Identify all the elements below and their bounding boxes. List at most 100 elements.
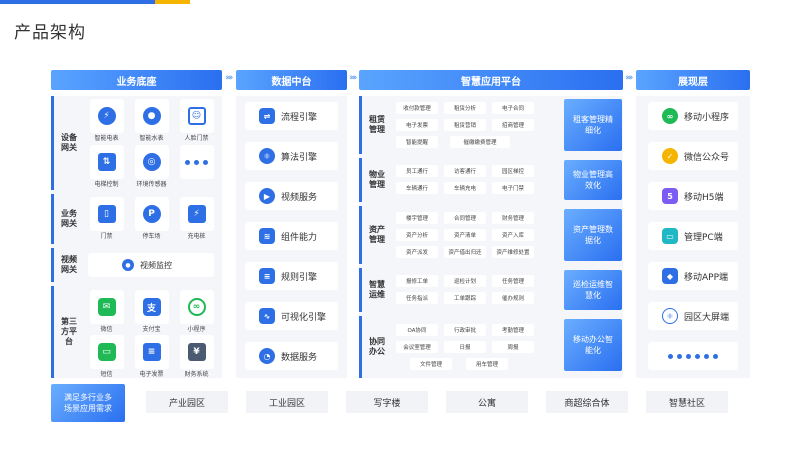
chip[interactable]: 财务管理 [492, 212, 534, 224]
lightning-icon: ⚡ [97, 107, 116, 125]
row-marker [51, 248, 54, 282]
chip[interactable]: 考勤管理 [492, 324, 534, 336]
third-party-item[interactable]: 支 支付宝 [129, 290, 174, 333]
chip[interactable]: 任务管理 [492, 275, 534, 287]
middle-item-visualization-engine[interactable]: ∿ 可视化引擎 [245, 302, 338, 330]
app-label-ops: 智慧 运维 [369, 280, 385, 299]
video-monitor-item[interactable]: ● 视频监控 [88, 253, 214, 277]
display-item-miniprogram[interactable]: ∞ 移动小程序 [648, 102, 738, 130]
chip[interactable]: 报修工单 [396, 275, 438, 287]
header-presentation-layer: 展现层 [636, 70, 750, 90]
scene-item[interactable]: 写字楼 [346, 391, 428, 413]
row-label-device-gateway: 设备 网关 [61, 133, 77, 152]
third-party-item[interactable]: ≡ 电子发票 [129, 335, 174, 378]
chip[interactable]: 日报 [444, 341, 486, 353]
chip[interactable]: 智能提醒 [396, 136, 438, 148]
chip[interactable]: 行政审批 [444, 324, 486, 336]
chip[interactable]: 工单跟踪 [444, 292, 486, 304]
chart-icon: ∿ [259, 308, 275, 324]
display-item-bigscreen[interactable]: ⚛ 园区大屏端 [648, 302, 738, 330]
row-marker [359, 158, 362, 202]
charger-icon: ⚡ [187, 205, 206, 223]
chip[interactable]: 资产入库 [492, 229, 534, 241]
chip[interactable]: 资产借出归还 [444, 246, 486, 258]
middle-item-video-service[interactable]: ▶ 视频服务 [245, 182, 338, 210]
display-item-wechat-official[interactable]: ✓ 微信公众号 [648, 142, 738, 170]
chip[interactable]: 租赁营销 [444, 119, 486, 131]
business-gateway-grid: ▯ 门禁 P 停车场 ⚡ 充电桩 [84, 197, 218, 243]
middle-item-component[interactable]: ≋ 组件能力 [245, 222, 338, 250]
middle-item-label: 组件能力 [281, 232, 318, 243]
chip[interactable]: 员工通行 [396, 165, 438, 177]
row-marker [359, 206, 362, 264]
gateway-item[interactable]: ▯ 门禁 [84, 197, 129, 243]
scene-item[interactable]: 工业园区 [246, 391, 328, 413]
gateway-item[interactable]: ⚡ 充电桩 [174, 197, 219, 243]
chip[interactable]: 电子发票 [396, 119, 438, 131]
display-item-label: 管理PC端 [684, 232, 723, 243]
parking-icon: P [142, 205, 161, 223]
chip[interactable]: 周报 [492, 341, 534, 353]
chip[interactable]: 楼宇管理 [396, 212, 438, 224]
middle-item-rule-engine[interactable]: ≡ 规则引擎 [245, 262, 338, 290]
chip[interactable]: 电子合同 [492, 102, 534, 114]
scene-item[interactable]: 智慧社区 [646, 391, 728, 413]
header-business-base: 业务底座 [51, 70, 222, 90]
display-item-pc[interactable]: ▭ 管理PC端 [648, 222, 738, 250]
third-party-label: 短信 [100, 371, 113, 378]
third-party-item[interactable]: ¥ 财务系统 [174, 335, 219, 378]
third-party-item[interactable]: ∞ 小程序 [174, 290, 219, 333]
middle-item-flow-engine[interactable]: ⇌ 流程引擎 [245, 102, 338, 130]
third-party-label: 小程序 [187, 326, 206, 333]
chip[interactable]: 催缴缴费管理 [450, 136, 510, 148]
chip[interactable]: 巡检计划 [444, 275, 486, 287]
device-item[interactable]: ⚡ 智能电表 [84, 99, 129, 143]
display-item-app[interactable]: ◆ 移动APP端 [648, 262, 738, 290]
chip[interactable]: 文件管理 [410, 358, 452, 370]
chip[interactable]: 资产维修处置 [492, 246, 534, 258]
display-item-h5[interactable]: 5 移动H5端 [648, 182, 738, 210]
third-party-label: 支付宝 [142, 326, 161, 333]
chip[interactable]: 访客通行 [444, 165, 486, 177]
third-party-item[interactable]: ✉ 微信 [84, 290, 129, 333]
chip[interactable]: 电子门禁 [492, 182, 534, 194]
chip[interactable]: 任务指派 [396, 292, 438, 304]
scene-item[interactable]: 产业园区 [146, 391, 228, 413]
chip[interactable]: 资产清单 [444, 229, 486, 241]
display-more[interactable] [648, 342, 738, 370]
chip[interactable]: OA协同 [396, 324, 438, 336]
display-item-label: 微信公众号 [684, 152, 730, 163]
chip[interactable]: 会议室管理 [396, 341, 438, 353]
chip[interactable]: 车辆通行 [396, 182, 438, 194]
third-party-item[interactable]: ▭ 短信 [84, 335, 129, 378]
chip[interactable]: 合同管理 [444, 212, 486, 224]
middle-item-algorithm-engine[interactable]: ⚛ 算法引擎 [245, 142, 338, 170]
miniprogram-icon: ∞ [662, 108, 678, 124]
device-item[interactable]: ● 智能水表 [129, 99, 174, 143]
chip[interactable]: 资产分析 [396, 229, 438, 241]
html5-icon: 5 [662, 188, 678, 204]
gateway-item-label: 充电桩 [187, 233, 206, 240]
chip[interactable]: 用车管理 [466, 358, 508, 370]
chip[interactable]: 招商管理 [492, 119, 534, 131]
chip[interactable]: 园区梯控 [492, 165, 534, 177]
middle-item-label: 可视化引擎 [281, 312, 327, 323]
chip[interactable]: 车辆充电 [444, 182, 486, 194]
scene-item[interactable]: 商超综合体 [546, 391, 628, 413]
device-item[interactable]: ☺ 人脸门禁 [174, 99, 219, 143]
device-item[interactable]: ⇅ 电梯控制 [84, 145, 129, 189]
middle-item-data-service[interactable]: ◔ 数据服务 [245, 342, 338, 370]
app-summary-property: 物业管理高 效化 [564, 160, 622, 200]
chip[interactable]: 催办规则 [492, 292, 534, 304]
chip[interactable]: 收付款管理 [396, 102, 438, 114]
wechat-icon: ✉ [97, 298, 116, 316]
device-item[interactable] [174, 145, 219, 189]
device-item[interactable]: ◎ 环境传感器 [129, 145, 174, 189]
chip[interactable]: 资产派发 [396, 246, 438, 258]
page-title: 产品架构 [14, 23, 86, 43]
scene-item[interactable]: 公寓 [446, 391, 528, 413]
chip[interactable]: 租赁分析 [444, 102, 486, 114]
invoice-icon: ≡ [142, 343, 161, 361]
flow-icon: ⇌ [259, 108, 275, 124]
gateway-item[interactable]: P 停车场 [129, 197, 174, 243]
